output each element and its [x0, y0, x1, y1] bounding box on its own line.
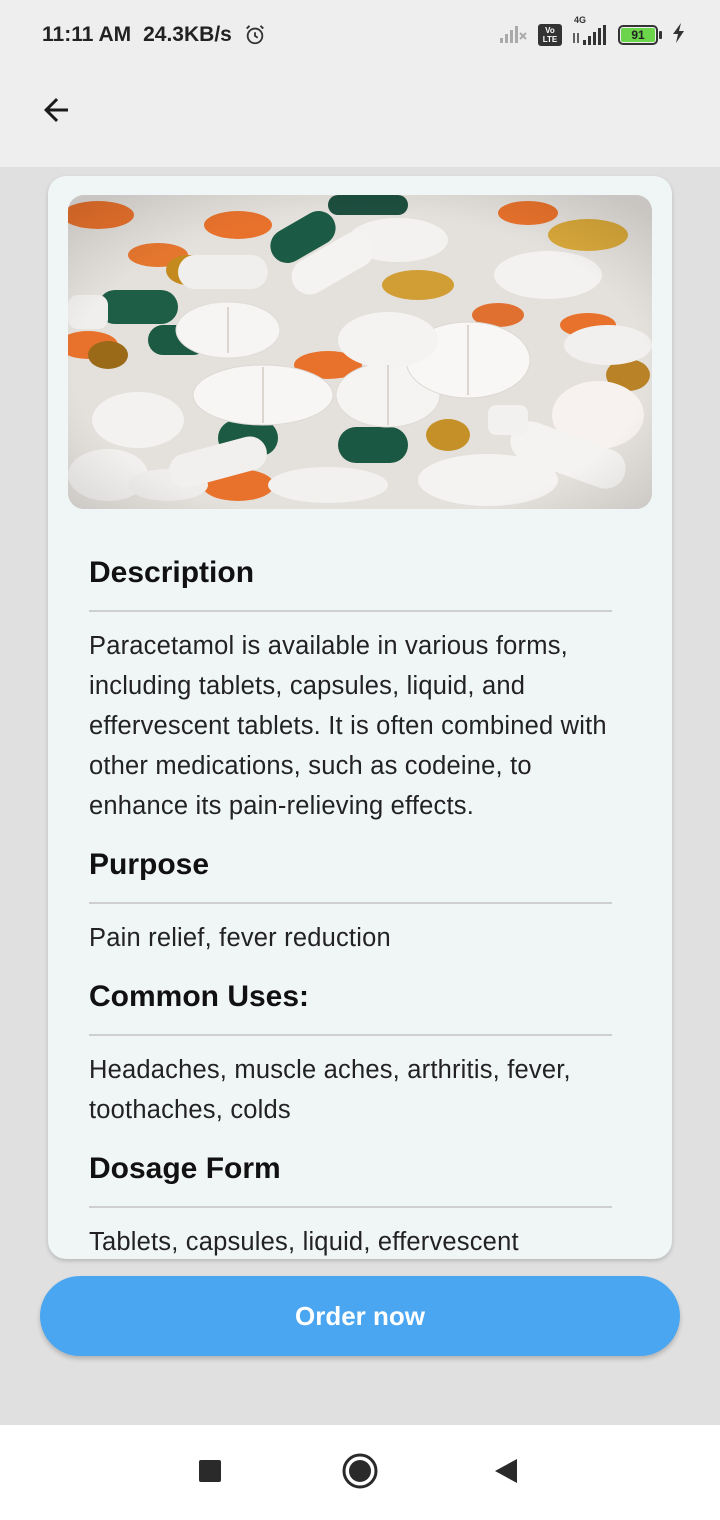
volte-label: Vo LTE [542, 26, 558, 44]
medicine-details: Description Paracetamol is available in … [89, 552, 629, 1259]
recent-apps-icon [197, 1458, 223, 1489]
medicine-card: Description Paracetamol is available in … [48, 176, 672, 1259]
divider [89, 1206, 612, 1208]
back-button[interactable] [34, 90, 78, 134]
recent-apps-button[interactable] [186, 1449, 234, 1497]
section-title: Common Uses: [89, 980, 310, 1013]
section-description: Description Paracetamol is available in … [89, 552, 629, 826]
pills-photo [68, 195, 652, 509]
divider [89, 610, 612, 612]
battery-level: 91 [621, 28, 655, 42]
status-time: 11:11 AM [42, 23, 132, 46]
status-left: 11:11 AM 24.3KB/s [42, 23, 266, 47]
alarm-icon [244, 24, 266, 46]
order-now-button[interactable]: Order now [40, 1276, 680, 1356]
back-icon [493, 1457, 519, 1490]
charging-icon [672, 22, 686, 48]
signal-4g-icon: 4G [572, 15, 608, 45]
arrow-back-icon [38, 92, 74, 133]
battery-icon: 91 [618, 25, 662, 45]
status-right: Vo LTE 4G 91 [500, 15, 686, 48]
section-common-uses: Common Uses: Headaches, muscle aches, ar… [89, 976, 629, 1130]
divider [89, 902, 612, 904]
section-title: Purpose [89, 848, 210, 881]
nav-back-button[interactable] [482, 1449, 530, 1497]
divider [89, 1034, 612, 1036]
pills-image [68, 195, 652, 509]
signal-no-sim-icon [500, 23, 528, 48]
section-dosage-form: Dosage Form Tablets, capsules, liquid, e… [89, 1148, 629, 1259]
section-body: Pain relief, fever reduction [89, 924, 391, 952]
system-nav-bar [0, 1425, 720, 1520]
home-button[interactable] [336, 1449, 384, 1497]
section-title: Dosage Form [89, 1152, 281, 1185]
home-icon [341, 1452, 379, 1495]
app-bar [0, 70, 720, 167]
volte-icon: Vo LTE [538, 24, 562, 46]
status-speed: 24.3KB/s [143, 23, 232, 46]
section-title: Description [89, 556, 255, 589]
section-body: Paracetamol is available in various form… [89, 632, 607, 820]
status-bar: 11:11 AM 24.3KB/s Vo LTE 4G 91 [0, 0, 720, 70]
section-purpose: Purpose Pain relief, fever reduction [89, 844, 629, 958]
network-label: 4G [574, 15, 587, 25]
section-body: Headaches, muscle aches, arthritis, feve… [89, 1056, 571, 1124]
section-body: Tablets, capsules, liquid, effervescent [89, 1228, 519, 1256]
